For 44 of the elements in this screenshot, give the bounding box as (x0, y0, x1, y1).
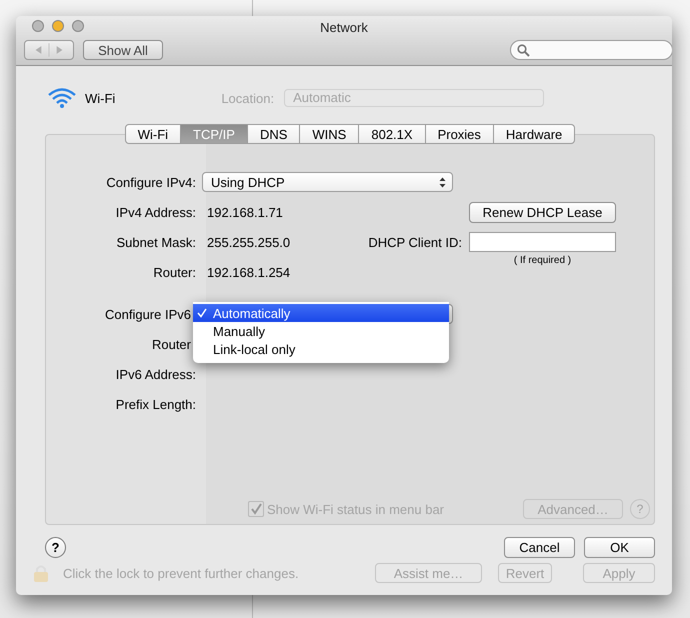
lock-message: Click the lock to prevent further changes. (63, 566, 299, 580)
renew-dhcp-lease-button[interactable]: Renew DHCP Lease (469, 202, 616, 222)
field-value: 192.168.1.254 (206, 264, 292, 280)
field-value: 255.255.255.0 (206, 234, 292, 250)
menu-item[interactable]: Manually (193, 322, 449, 340)
cancel-button[interactable]: Cancel (504, 537, 575, 558)
location-label: Location: (221, 90, 274, 106)
window-control-icon[interactable] (52, 20, 64, 32)
field-label: Configure IPv6 (104, 306, 192, 322)
client-id-field[interactable] (469, 232, 616, 252)
field-label: Router (150, 336, 192, 352)
tab[interactable]: Hardware (494, 124, 576, 144)
back-forward-button[interactable] (24, 40, 74, 60)
wifi-icon (47, 87, 77, 109)
field-label: Configure IPv4: (105, 174, 196, 190)
ok-button[interactable]: OK (584, 537, 655, 558)
field-label: DHCP Client ID: (367, 234, 463, 250)
tab[interactable]: Proxies (426, 124, 494, 144)
field-label: Router: (152, 264, 196, 280)
field-label: Prefix Length: (114, 396, 196, 412)
popup-button[interactable]: Using DHCP (202, 172, 453, 192)
checkbox[interactable] (248, 501, 264, 517)
menu-item[interactable]: Automatically (193, 304, 449, 322)
menu-item[interactable]: Link-local only (193, 340, 449, 358)
checkmark-icon (197, 308, 207, 318)
help-button[interactable]: ? (45, 537, 66, 558)
tab[interactable]: 802.1X (359, 124, 426, 144)
checkbox-label: Show Wi-Fi status in menu bar (267, 502, 444, 516)
window-control-icon[interactable] (32, 20, 44, 32)
field-value: 192.168.1.71 (206, 204, 284, 220)
search-icon (517, 44, 530, 56)
tab[interactable]: WINS (300, 124, 360, 144)
hint-text: ( If required ) (512, 255, 572, 266)
field-label: IPv4 Address: (114, 204, 196, 220)
field-label: IPv6 Address: (114, 366, 196, 382)
window-control-icon[interactable] (72, 20, 84, 32)
show-all-button[interactable]: Show All (83, 40, 163, 60)
tab[interactable]: Wi-Fi (124, 124, 182, 144)
service-name: Wi-Fi (85, 90, 116, 106)
window-title: Network (320, 20, 368, 34)
stepper-arrows-icon (439, 176, 446, 188)
search-field[interactable] (510, 40, 672, 60)
tab[interactable]: DNS (248, 124, 300, 144)
field-label: Subnet Mask: (116, 234, 196, 250)
